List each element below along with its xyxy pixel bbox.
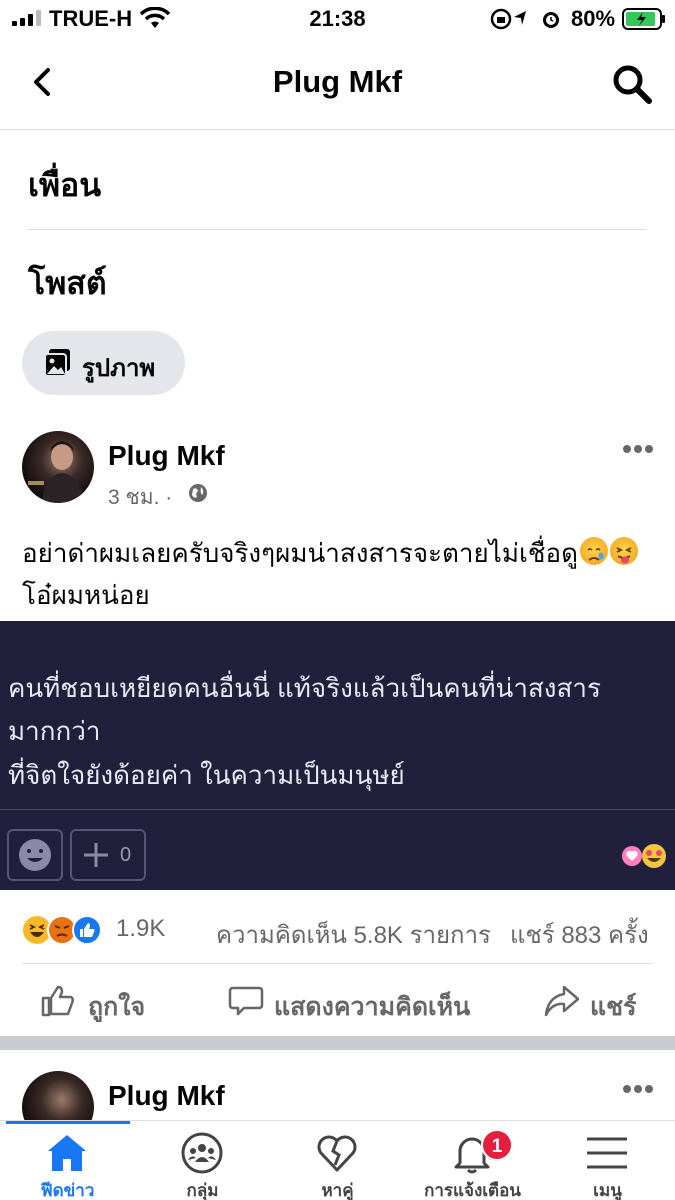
crying-emoji-icon [580, 537, 608, 565]
tab-label: กลุ่ม [186, 1181, 219, 1200]
posts-section-title: โพสต์ [28, 265, 107, 301]
battery-percent: 80% [571, 6, 616, 31]
post-author-name[interactable]: Plug Mkf [108, 440, 225, 472]
angry-reaction-icon [47, 915, 77, 945]
friends-section-title[interactable]: เพื่อน [28, 160, 101, 211]
smiley-icon [19, 839, 51, 871]
image-text-line: มากกว่า [8, 716, 101, 746]
tab-dating[interactable]: หาคู่ [270, 1127, 405, 1200]
share-label: แชร์ [590, 993, 637, 1021]
home-icon [48, 1135, 86, 1171]
more-options-icon[interactable] [622, 444, 654, 454]
search-icon[interactable] [610, 62, 654, 106]
image-text-line: คนที่ชอบเหยียดคนอื่นนี่ แท้จริงแล้วเป็นค… [8, 673, 601, 703]
dating-heart-icon [317, 1135, 357, 1172]
tab-menu[interactable]: เมนู [540, 1127, 675, 1200]
tab-groups[interactable]: กลุ่ม [135, 1127, 270, 1200]
bottom-tab-bar: ฟีดข่าว กลุ่ม หาคู่ 1 การแจ้งเตือน เมนู [0, 1120, 675, 1200]
notification-badge: 1 [481, 1129, 513, 1161]
haha-reaction-icon [23, 916, 51, 944]
shares-count[interactable]: แชร์ 883 ครั้ง [510, 915, 649, 954]
post-timestamp[interactable]: 3 ชม. · [108, 481, 172, 514]
tongue-wink-emoji-icon [610, 537, 638, 565]
comment-button[interactable]: แสดงความคิดเห็น [228, 975, 488, 1027]
divider [28, 229, 646, 230]
tab-label: ฟีดข่าว [40, 1181, 95, 1200]
comment-bubble-icon [228, 986, 264, 1016]
like-button[interactable]: ถูกใจ [40, 975, 180, 1027]
tab-news-feed[interactable]: ฟีดข่าว [0, 1127, 135, 1200]
image-react-button [7, 829, 63, 881]
post-text-line-1: อย่าด่าผมเลยครับจริงๆผมน่าสงสารจะตายไม่เ… [22, 538, 578, 568]
tab-label: เมนู [593, 1181, 622, 1200]
avatar[interactable] [22, 431, 94, 503]
photos-icon [44, 349, 70, 377]
image-divider [0, 809, 675, 810]
plus-icon [84, 843, 108, 867]
image-reactions-icon [622, 844, 666, 868]
status-icons [490, 8, 559, 30]
orientation-lock-icon [490, 8, 512, 30]
tab-notifications[interactable]: 1 การแจ้งเตือน [405, 1127, 540, 1200]
status-bar: TRUE-H 21:38 80% [0, 0, 675, 40]
globe-icon [189, 484, 207, 502]
divider [22, 963, 653, 964]
like-reaction-icon [72, 915, 102, 945]
groups-icon [181, 1132, 223, 1174]
top-nav-bar: Plug Mkf [0, 40, 675, 130]
menu-icon [587, 1137, 627, 1169]
tab-label: การแจ้งเตือน [424, 1181, 521, 1200]
thumbs-up-icon [41, 985, 75, 1017]
post-stats: 1.9K ความคิดเห็น 5.8K รายการ แชร์ 883 คร… [0, 905, 675, 965]
image-add-reaction-button: 0 [70, 829, 146, 881]
post-image[interactable]: คนที่ชอบเหยียดคนอื่นนี่ แท้จริงแล้วเป็นค… [0, 621, 675, 890]
share-arrow-icon [544, 985, 580, 1017]
location-icon [514, 11, 526, 25]
avatar-photo [28, 441, 84, 503]
comment-label: แสดงความคิดเห็น [274, 993, 471, 1021]
more-options-icon[interactable] [622, 1084, 654, 1094]
share-button[interactable]: แชร์ [544, 975, 654, 1027]
alarm-icon [543, 12, 559, 28]
post-text: อย่าด่าผมเลยครับจริงๆผมน่าสงสารจะตายไม่เ… [22, 532, 652, 616]
post-text-line-2: โอ๋ผมหน่อย [22, 580, 150, 610]
photos-filter-chip[interactable]: รูปภาพ [22, 331, 185, 395]
battery-icon [622, 8, 665, 30]
like-label: ถูกใจ [88, 993, 146, 1021]
reactions-count[interactable]: 1.9K [116, 915, 165, 943]
image-add-count: 0 [120, 844, 132, 866]
tab-label: หาคู่ [321, 1181, 354, 1200]
reaction-summary-icons[interactable] [22, 915, 110, 945]
image-text-line: ที่จิตใจยังด้อยค่า ในความเป็นมนุษย์ [8, 760, 405, 790]
active-tab-indicator [6, 1121, 130, 1124]
page-title: Plug Mkf [272, 64, 403, 99]
post-author-name[interactable]: Plug Mkf [108, 1080, 225, 1112]
comments-count[interactable]: ความคิดเห็น 5.8K รายการ [216, 915, 491, 954]
photos-filter-label: รูปภาพ [82, 355, 156, 382]
post-separator [0, 1036, 675, 1050]
